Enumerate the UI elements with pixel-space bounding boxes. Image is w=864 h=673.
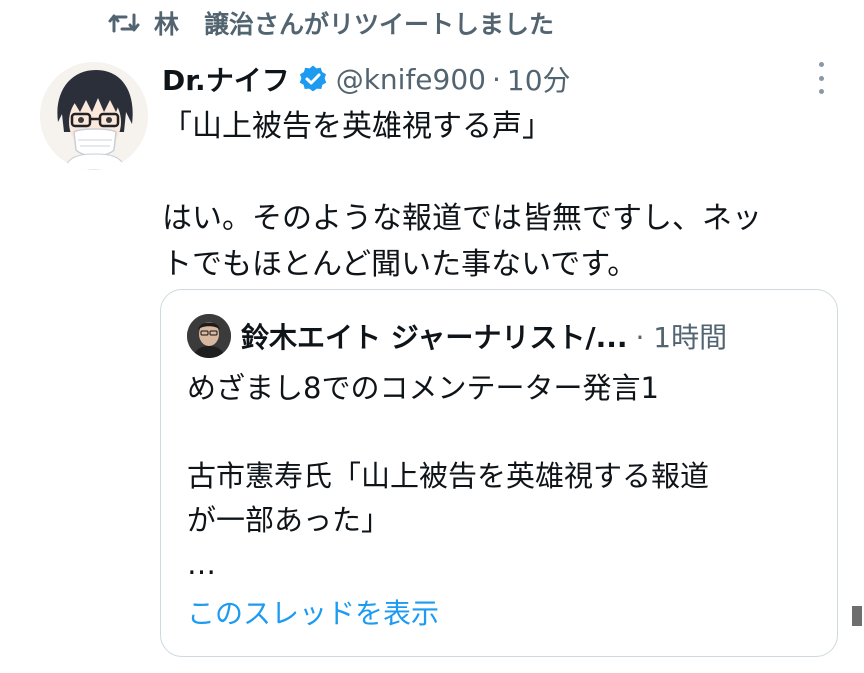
show-thread-link[interactable]: このスレッドを表示	[187, 592, 439, 632]
quote-text-line: が一部あった」	[187, 503, 391, 537]
quote-avatar-photo	[187, 314, 231, 358]
verified-badge-icon	[299, 65, 327, 92]
tweet-text-line: 「山上被告を英雄視する声」	[162, 109, 552, 144]
quote-text: めざまし8でのコメンテーター発言1 古市憲寿氏「山上被告を英雄視する報道 が一部…	[187, 366, 817, 586]
handle[interactable]: @knife900	[336, 63, 486, 96]
tweet-text-line	[162, 150, 842, 196]
quote-author-name[interactable]: 鈴木エイト ジャーナリスト/...	[241, 316, 628, 356]
tweet-text-line: トでもほとんど聞いた事ないです。	[162, 247, 638, 282]
quote-text-line	[187, 410, 817, 454]
timestamp[interactable]: 10分	[507, 59, 571, 99]
quote-timestamp: · 1時間	[635, 321, 728, 354]
more-vertical-icon	[818, 62, 824, 67]
retweet-label: 林 譲治さんがリツイートしました	[154, 10, 555, 39]
tweet-text: 「山上被告を英雄視する声」 はい。そのような報道では皆無ですし、ネッ トでもほと…	[162, 104, 842, 288]
separator: ·	[491, 62, 501, 96]
more-options-button[interactable]	[808, 62, 834, 94]
retweet-context[interactable]: 林 譲治さんがリツイートしました	[108, 6, 554, 40]
avatar-illustration	[40, 62, 148, 170]
quote-text-line: めざまし8でのコメンテーター発言1	[187, 371, 659, 405]
display-name[interactable]: Dr.ナイフ	[162, 59, 290, 99]
quote-text-line: 古市憲寿氏「山上被告を英雄視する報道	[187, 459, 710, 493]
quote-text-line: …	[187, 547, 216, 581]
more-vertical-icon	[818, 89, 824, 94]
quote-tweet-card[interactable]: 鈴木エイト ジャーナリスト/... · 1時間 めざまし8でのコメンテーター発言…	[160, 289, 838, 657]
quote-header: 鈴木エイト ジャーナリスト/... · 1時間	[187, 310, 727, 362]
tweet-header: Dr.ナイフ @knife900 · 10分	[162, 58, 571, 100]
quote-avatar	[187, 314, 231, 358]
more-vertical-icon	[818, 75, 824, 81]
retweet-icon	[108, 13, 140, 33]
tweet-text-line: はい。そのような報道では皆無ですし、ネッ	[162, 201, 762, 236]
avatar[interactable]	[40, 62, 148, 170]
scrollbar-thumb[interactable]	[852, 606, 862, 626]
